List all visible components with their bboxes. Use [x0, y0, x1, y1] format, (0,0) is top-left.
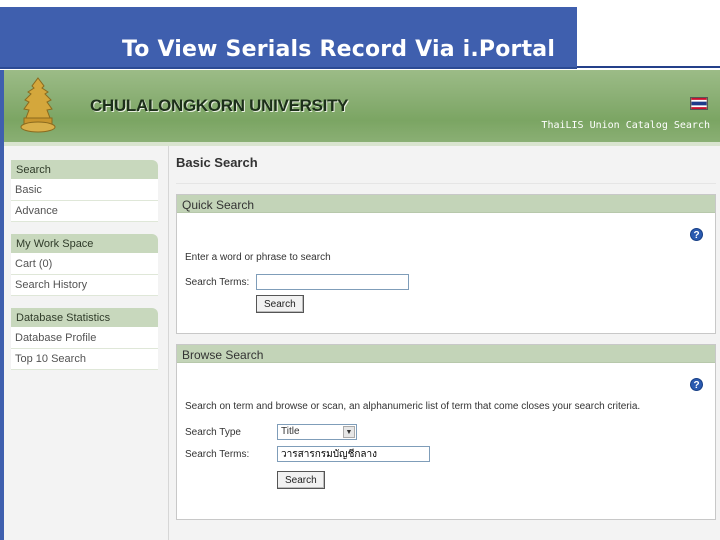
university-seal-icon	[20, 77, 56, 133]
sidebar-group-statistics: Database Statistics Database Profile Top…	[11, 308, 158, 370]
help-icon[interactable]: ?	[690, 228, 703, 241]
catalog-name: ThaiLIS Union Catalog Search	[541, 120, 710, 131]
title-rule	[577, 66, 720, 68]
sidebar-heading-workspace: My Work Space	[11, 234, 158, 254]
search-type-value: Title	[281, 426, 300, 437]
browse-search-terms-label: Search Terms:	[185, 448, 250, 460]
chevron-down-icon[interactable]: ▼	[343, 426, 355, 438]
sidebar-item-advance[interactable]: Advance	[11, 201, 158, 222]
sidebar-group-search: Search Basic Advance	[11, 160, 158, 222]
quick-search-instruction: Enter a word or phrase to search	[185, 252, 331, 263]
quick-search-panel: Quick Search ? Enter a word or phrase to…	[176, 194, 716, 334]
sidebar-heading-statistics: Database Statistics	[11, 308, 158, 328]
sidebar-item-cart[interactable]: Cart (0)	[11, 254, 158, 275]
quick-search-input[interactable]	[256, 274, 409, 290]
sidebar-divider	[168, 146, 169, 540]
browse-search-heading: Browse Search	[177, 345, 715, 363]
portal-window: CHULALONGKORN UNIVERSITY ThaiLIS Union C…	[4, 70, 720, 540]
university-name: CHULALONGKORN UNIVERSITY	[90, 96, 349, 115]
main-content: Basic Search Quick Search ? Enter a word…	[176, 150, 716, 520]
browse-search-panel: Browse Search ? Search on term and brows…	[176, 344, 716, 520]
quick-search-heading: Quick Search	[177, 195, 715, 213]
sidebar: Search Basic Advance My Work Space Cart …	[11, 160, 158, 382]
quick-search-button[interactable]: Search	[256, 295, 304, 313]
search-type-select[interactable]: Title ▼	[277, 424, 357, 440]
sidebar-item-database-profile[interactable]: Database Profile	[11, 328, 158, 349]
page-title: Basic Search	[176, 150, 716, 184]
sidebar-heading-search: Search	[11, 160, 158, 180]
browse-search-instruction: Search on term and browse or scan, an al…	[185, 401, 641, 412]
sidebar-item-basic[interactable]: Basic	[11, 180, 158, 201]
browse-search-button[interactable]: Search	[277, 471, 325, 489]
help-icon[interactable]: ?	[690, 378, 703, 391]
browse-search-type-label: Search Type	[185, 426, 241, 438]
browse-search-input[interactable]	[277, 446, 430, 462]
sidebar-item-top10-search[interactable]: Top 10 Search	[11, 349, 158, 370]
sidebar-item-search-history[interactable]: Search History	[11, 275, 158, 296]
banner-divider	[4, 142, 720, 146]
slide-title: To View Serials Record Via i.Portal	[122, 37, 556, 62]
slide-title-bar: To View Serials Record Via i.Portal	[0, 7, 577, 69]
sidebar-group-workspace: My Work Space Cart (0) Search History	[11, 234, 158, 296]
thai-flag-icon[interactable]	[690, 97, 708, 110]
quick-search-terms-label: Search Terms:	[185, 276, 250, 288]
portal-banner: CHULALONGKORN UNIVERSITY ThaiLIS Union C…	[4, 70, 720, 142]
